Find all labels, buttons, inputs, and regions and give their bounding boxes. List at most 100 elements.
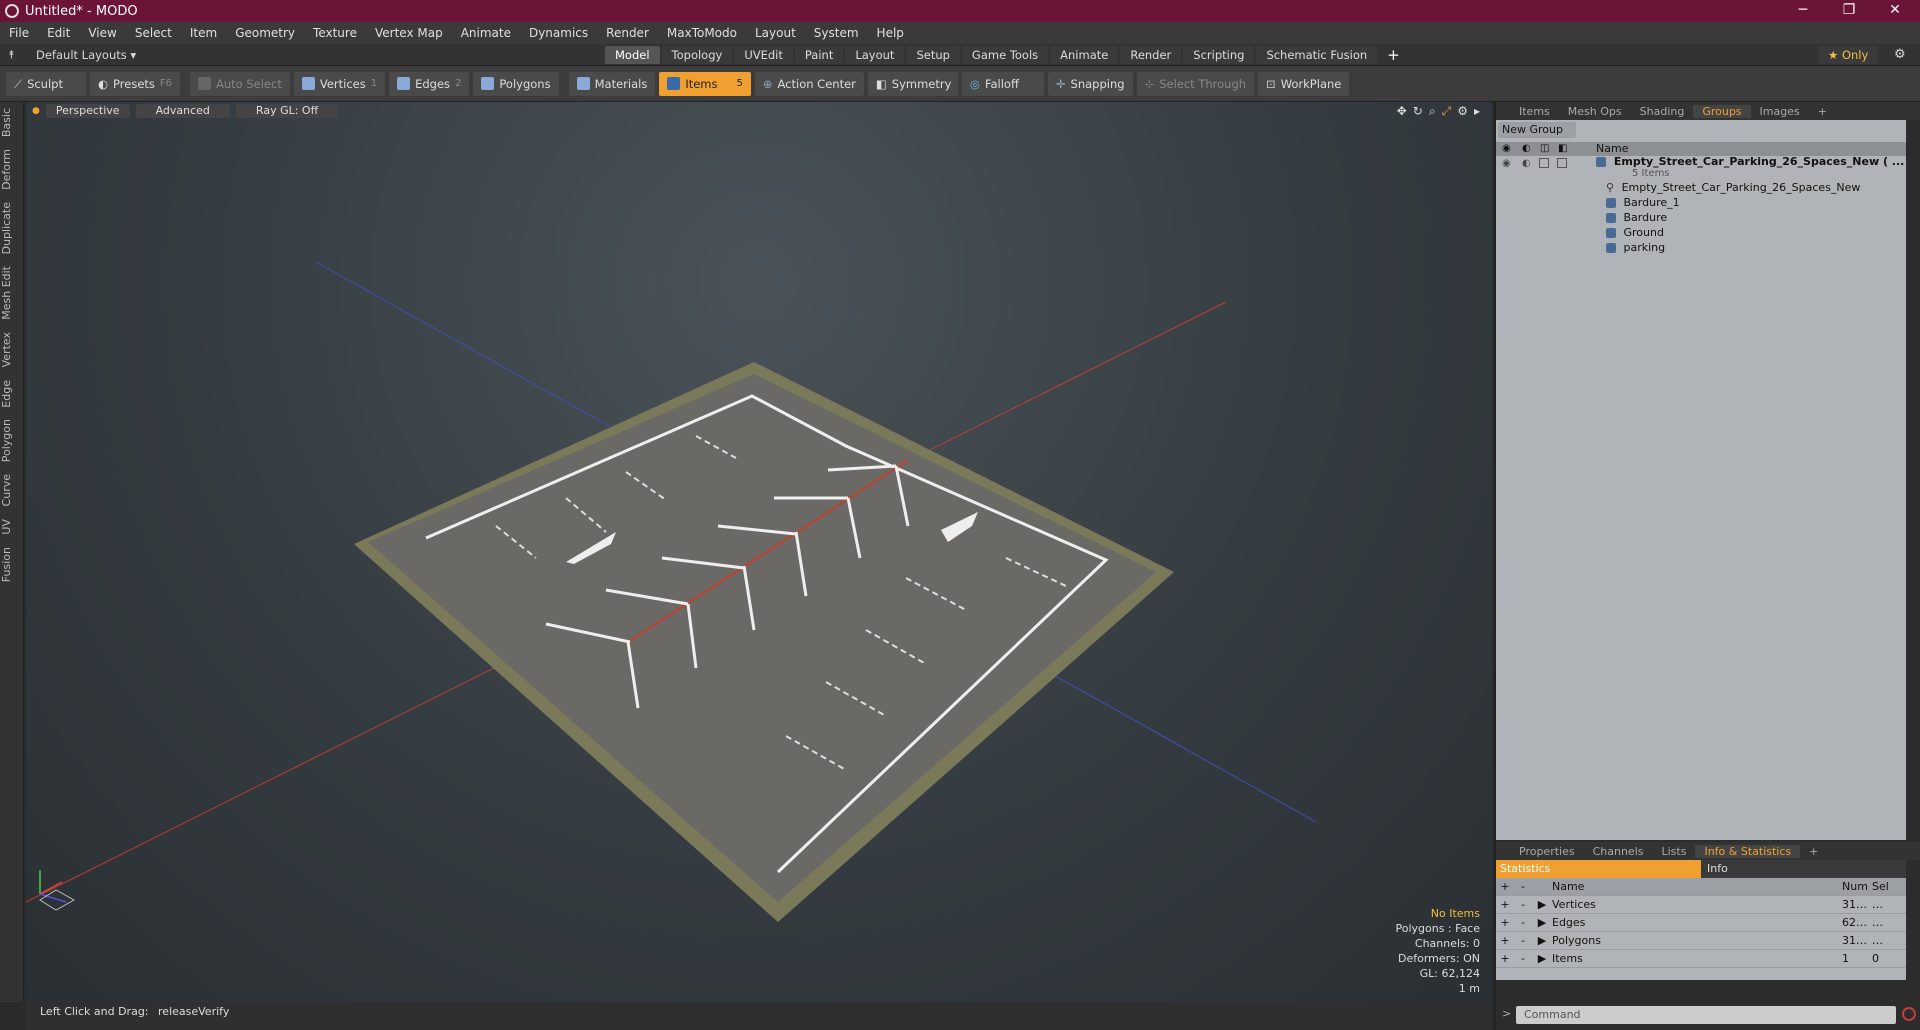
record-icon[interactable] [1902, 1007, 1916, 1021]
menu-edit[interactable]: Edit [38, 26, 79, 40]
left-tab-basic[interactable]: Basic [0, 102, 24, 143]
add-tab-button[interactable]: + [1379, 46, 1408, 64]
expand-arrow-icon[interactable]: ▶ [1532, 934, 1552, 947]
select-through-button[interactable]: ⊹ Select Through [1136, 71, 1255, 96]
menu-view[interactable]: View [79, 26, 125, 40]
tree-item-bardure[interactable]: Bardure [1606, 210, 1667, 226]
remove-icon[interactable]: - [1514, 898, 1532, 911]
expand-all-icon[interactable]: + [1496, 880, 1514, 893]
stats-row-polygons[interactable]: + - ▶ Polygons 31… … [1496, 932, 1906, 950]
falloff-button[interactable]: ◎ Falloff [961, 71, 1044, 96]
edges-mode-button[interactable]: Edges 2 [389, 71, 470, 96]
tab-lists[interactable]: Lists [1653, 845, 1696, 858]
symmetry-button[interactable]: ◧ Symmetry [867, 71, 958, 96]
collapse-all-icon[interactable]: - [1514, 880, 1532, 893]
add-icon[interactable]: + [1496, 934, 1514, 947]
tab-mesh-ops[interactable]: Mesh Ops [1559, 105, 1631, 118]
left-tab-uv[interactable]: UV [0, 513, 24, 541]
vertices-mode-button[interactable]: Vertices 1 [293, 71, 386, 96]
minimize-button[interactable]: ─ [1780, 0, 1826, 22]
group-render-toggle[interactable]: ◐ [1522, 158, 1531, 169]
auto-select-button[interactable]: Auto Select [190, 71, 290, 96]
tab-uvedit[interactable]: UVEdit [734, 46, 793, 64]
menu-dynamics[interactable]: Dynamics [520, 26, 597, 40]
collapse-icon[interactable]: ⯭ [8, 48, 22, 62]
menu-texture[interactable]: Texture [304, 26, 366, 40]
items-mode-button[interactable]: Items 5 [659, 71, 751, 96]
presets-button[interactable]: ◐ Presets F6 [90, 71, 180, 96]
tab-paint[interactable]: Paint [794, 46, 844, 64]
tab-scripting[interactable]: Scripting [1183, 46, 1255, 64]
maximize-button[interactable]: ❐ [1826, 0, 1872, 22]
menu-select[interactable]: Select [126, 26, 181, 40]
expand-arrow-icon[interactable]: ▶ [1532, 916, 1552, 929]
tree-item-mesh-root[interactable]: ⚲ Empty_Street_Car_Parking_26_Spaces_New [1606, 180, 1860, 196]
tab-shading[interactable]: Shading [1631, 105, 1694, 118]
stats-row-vertices[interactable]: + - ▶ Vertices 31… … [1496, 896, 1906, 914]
tab-items[interactable]: Items [1510, 105, 1559, 118]
tab-schematic-fusion[interactable]: Schematic Fusion [1256, 46, 1378, 64]
statistics-subtab[interactable]: Statistics [1496, 860, 1701, 878]
menu-render[interactable]: Render [597, 26, 658, 40]
add-icon[interactable]: + [1496, 898, 1514, 911]
snapping-button[interactable]: ✛ Snapping [1047, 71, 1133, 96]
only-toggle[interactable]: ★ Only [1818, 46, 1879, 64]
menu-layout[interactable]: Layout [746, 26, 805, 40]
tree-item-parking[interactable]: parking [1606, 240, 1665, 256]
new-group-button[interactable]: New Group [1498, 122, 1576, 138]
left-tab-fusion[interactable]: Fusion [0, 541, 24, 588]
menu-animate[interactable]: Animate [452, 26, 520, 40]
group-select-checkbox[interactable] [1557, 158, 1567, 168]
workplane-button[interactable]: ⊡ WorkPlane [1258, 71, 1350, 96]
stats-row-items[interactable]: + - ▶ Items 1 0 [1496, 950, 1906, 968]
tree-item-bardure-1[interactable]: Bardure_1 [1606, 195, 1680, 211]
info-subtab[interactable]: Info [1701, 860, 1906, 878]
menu-maxtomodo[interactable]: MaxToModo [658, 26, 746, 40]
expand-arrow-icon[interactable]: ▶ [1532, 898, 1552, 911]
menu-geometry[interactable]: Geometry [226, 26, 304, 40]
tree-item-ground[interactable]: Ground [1606, 225, 1664, 241]
menu-file[interactable]: File [0, 26, 38, 40]
materials-mode-button[interactable]: Materials [568, 71, 656, 96]
remove-icon[interactable]: - [1514, 952, 1532, 965]
add-bottom-tab-button[interactable]: + [1800, 845, 1827, 858]
menu-system[interactable]: System [805, 26, 868, 40]
command-input[interactable]: Command [1516, 1006, 1896, 1024]
left-tab-deform[interactable]: Deform [0, 143, 24, 196]
group-visibility-toggle[interactable]: ◉ [1502, 158, 1511, 169]
tab-images[interactable]: Images [1751, 105, 1809, 118]
tab-model[interactable]: Model [605, 46, 660, 64]
left-tab-vertex[interactable]: Vertex [0, 326, 24, 373]
add-icon[interactable]: + [1496, 952, 1514, 965]
polygons-mode-button[interactable]: Polygons [473, 71, 559, 96]
menu-vertex-map[interactable]: Vertex Map [366, 26, 452, 40]
add-panel-tab-button[interactable]: + [1809, 105, 1836, 118]
tab-layout[interactable]: Layout [845, 46, 905, 64]
action-center-button[interactable]: ⊕ Action Center [754, 71, 864, 96]
tab-animate[interactable]: Animate [1050, 46, 1119, 64]
3d-viewport[interactable]: ● Perspective Advanced Ray GL: Off ✥ ↻ ⌕… [26, 102, 1492, 1002]
tab-properties[interactable]: Properties [1510, 845, 1584, 858]
remove-icon[interactable]: - [1514, 916, 1532, 929]
expand-arrow-icon[interactable]: ▶ [1532, 952, 1552, 965]
layouts-dropdown[interactable]: Default Layouts ▾ [36, 48, 136, 62]
settings-gear-icon[interactable]: ⚙ [1894, 47, 1906, 62]
menu-help[interactable]: Help [868, 26, 913, 40]
tab-info-statistics[interactable]: Info & Statistics [1695, 844, 1801, 858]
tab-groups[interactable]: Groups [1693, 104, 1751, 118]
left-tab-curve[interactable]: Curve [0, 468, 24, 512]
left-tab-duplicate[interactable]: Duplicate [0, 196, 24, 260]
group-lock-checkbox[interactable] [1539, 158, 1549, 168]
tab-game-tools[interactable]: Game Tools [961, 46, 1049, 64]
left-tab-mesh-edit[interactable]: Mesh Edit [0, 260, 24, 326]
menu-item[interactable]: Item [181, 26, 226, 40]
remove-icon[interactable]: - [1514, 934, 1532, 947]
tab-channels[interactable]: Channels [1584, 845, 1653, 858]
sculpt-button[interactable]: ⟋ Sculpt [6, 71, 86, 96]
left-tab-edge[interactable]: Edge [0, 374, 24, 414]
add-icon[interactable]: + [1496, 916, 1514, 929]
stats-row-edges[interactable]: + - ▶ Edges 62… … [1496, 914, 1906, 932]
close-button[interactable]: ✕ [1872, 0, 1918, 22]
tab-render[interactable]: Render [1120, 46, 1182, 64]
left-tab-polygon[interactable]: Polygon [0, 413, 24, 468]
